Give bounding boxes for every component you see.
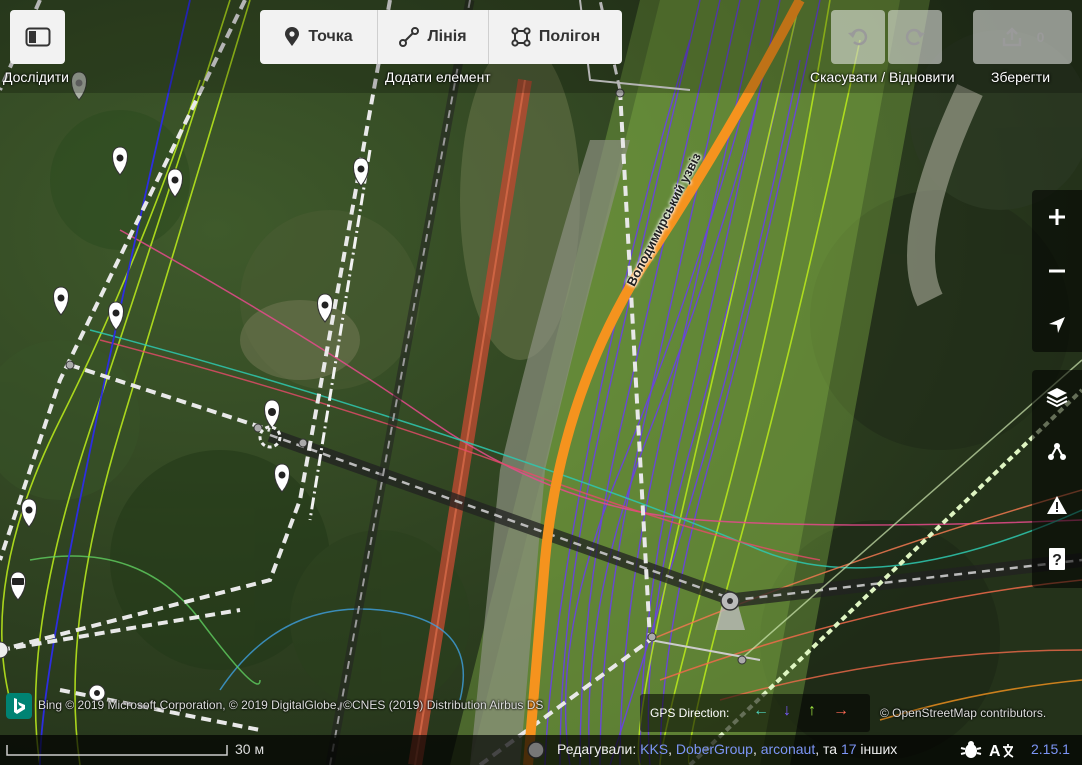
undo-redo-label: Скасувати / Відновити — [810, 69, 955, 85]
gps-direction-panel: GPS Direction: ← ↓ ↑ → — [640, 694, 870, 732]
imagery-attribution[interactable]: Bing © 2019 Microsoft Corporation, © 201… — [38, 698, 543, 712]
save-label: Зберегти — [991, 69, 1051, 85]
geolocate-button[interactable] — [1032, 298, 1082, 352]
bug-icon[interactable] — [960, 740, 982, 760]
sidebar-toggle-icon — [25, 27, 50, 47]
osm-attribution[interactable]: © OpenStreetMap contributors. — [880, 706, 1046, 720]
upload-icon — [1002, 27, 1021, 47]
add-feature-label: Додати елемент — [385, 69, 491, 85]
add-area-label: Полігон — [538, 28, 601, 45]
polygon-icon — [511, 27, 531, 47]
gps-arrow-west: ← — [753, 702, 769, 719]
redo-icon — [905, 28, 925, 46]
map-canvas[interactable] — [0, 0, 1082, 765]
undo-icon — [848, 28, 868, 46]
gps-arrow-east: → — [833, 702, 849, 719]
gps-arrow-north: ↑ — [808, 702, 816, 719]
add-line-button[interactable]: Лінія — [377, 10, 488, 64]
background-layers-button[interactable] — [1032, 370, 1082, 424]
globe-icon — [527, 741, 545, 759]
layers-icon — [1046, 388, 1068, 408]
help-button[interactable]: ? — [1032, 532, 1082, 586]
explore-label: Дослідити — [3, 69, 69, 85]
plus-icon — [1049, 209, 1065, 225]
save-button[interactable]: 0 — [973, 10, 1072, 64]
sidebar-toggle-button[interactable] — [10, 10, 65, 64]
scale-label: 30 м — [235, 741, 265, 757]
others-count-link[interactable]: 17 — [841, 741, 857, 757]
marker-icon — [285, 27, 300, 46]
svg-text:A: A — [989, 743, 1001, 760]
editor-link[interactable]: arconaut — [761, 741, 815, 757]
and-label: та — [823, 741, 838, 757]
scale-bar[interactable] — [6, 743, 228, 757]
contributors-list: Редагували: KKS, DoberGroup, arconaut, т… — [557, 741, 898, 757]
undo-button[interactable] — [831, 10, 885, 64]
add-point-button[interactable]: Точка — [260, 10, 377, 64]
location-arrow-icon — [1049, 317, 1065, 333]
map-navigation-controls — [1032, 190, 1082, 352]
others-label: інших — [860, 741, 898, 757]
bing-logo-icon — [6, 693, 32, 719]
map-panel-controls: ? — [1032, 370, 1082, 588]
language-icon[interactable]: A — [988, 739, 1016, 761]
add-feature-modes: Точка Лінія Полігон — [260, 10, 622, 64]
map-data-icon — [1048, 443, 1066, 460]
map-data-button[interactable] — [1032, 424, 1082, 478]
warning-icon — [1047, 496, 1067, 514]
issues-button[interactable] — [1032, 478, 1082, 532]
footer-bar: 30 м Редагували: KKS, DoberGroup, arcona… — [0, 735, 1082, 765]
editor-link[interactable]: KKS — [640, 741, 668, 757]
gps-direction-label: GPS Direction: — [650, 706, 730, 720]
editor-link[interactable]: DoberGroup — [676, 741, 753, 757]
zoom-in-button[interactable] — [1032, 190, 1082, 244]
minus-icon — [1049, 269, 1065, 273]
redo-button[interactable] — [888, 10, 942, 64]
save-count: 0 — [1036, 29, 1045, 45]
help-icon: ? — [1049, 548, 1065, 570]
svg-text:?: ? — [1052, 552, 1062, 569]
add-point-label: Точка — [308, 28, 353, 45]
line-icon — [399, 27, 420, 47]
zoom-out-button[interactable] — [1032, 244, 1082, 298]
edited-by-label: Редагували: — [557, 741, 637, 757]
add-area-button[interactable]: Полігон — [488, 10, 622, 64]
version-link[interactable]: 2.15.1 — [1031, 741, 1070, 757]
add-line-label: Лінія — [427, 28, 467, 45]
gps-arrow-south: ↓ — [783, 702, 791, 719]
